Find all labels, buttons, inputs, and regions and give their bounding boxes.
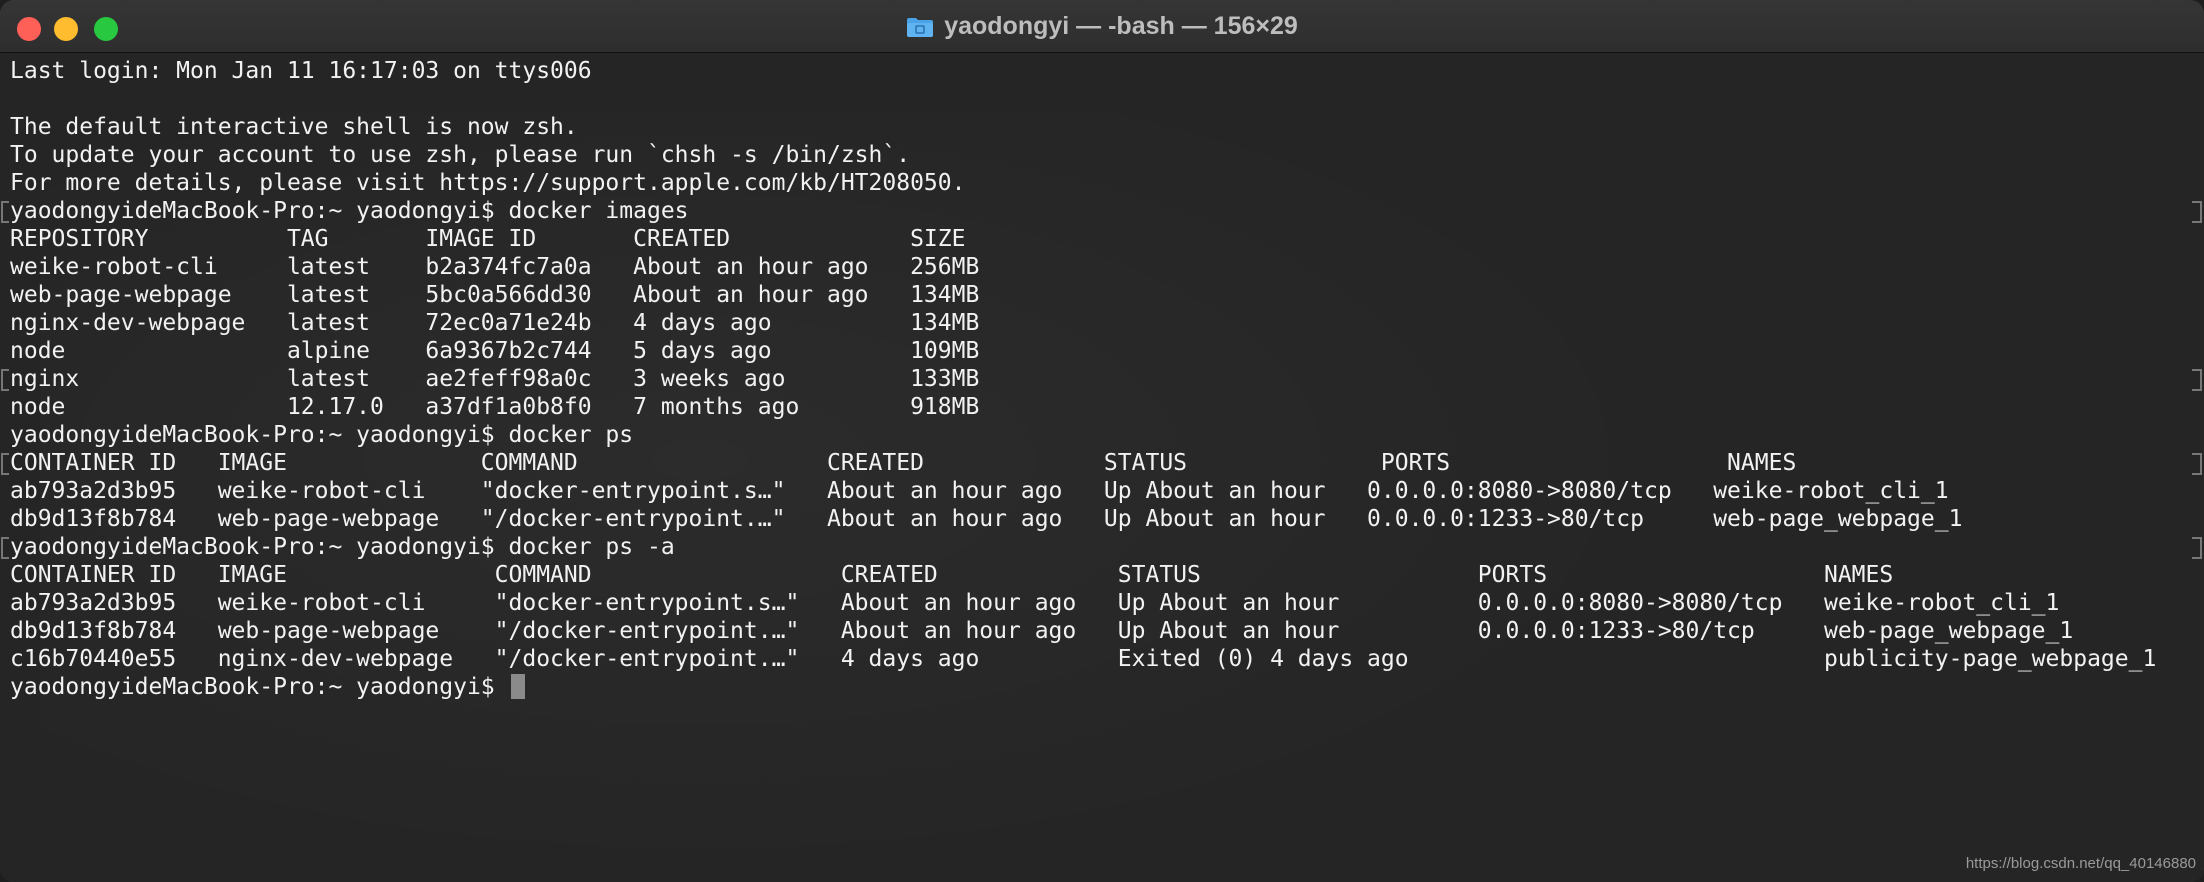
table-row: nginx-dev-webpage latest 72ec0a71e24b 4 …: [10, 310, 980, 336]
text-cursor: [510, 674, 525, 699]
command-line: yaodongyideMacBook-Pro:~ yaodongyi$ dock…: [10, 534, 675, 560]
output-line: To update your account to use zsh, pleas…: [10, 142, 911, 168]
window-title: yaodongyi — -bash — 156×29: [944, 11, 1298, 40]
table-header: CONTAINER ID IMAGE COMMAND CREATED STATU…: [10, 450, 1797, 476]
line-marker-left: [1, 537, 9, 559]
line-marker-left: [1, 369, 9, 391]
prompt-line[interactable]: yaodongyideMacBook-Pro:~ yaodongyi$: [10, 673, 2156, 701]
window-title-group: yaodongyi — -bash — 156×29: [0, 0, 2204, 52]
prompt-text: yaodongyideMacBook-Pro:~ yaodongyi$: [10, 674, 509, 700]
command-line: yaodongyideMacBook-Pro:~ yaodongyi$ dock…: [10, 198, 689, 224]
table-row: weike-robot-cli latest b2a374fc7a0a Abou…: [10, 254, 980, 280]
line-marker-right: [2192, 537, 2202, 559]
table-row: ab793a2d3b95 weike-robot-cli "docker-ent…: [10, 478, 1949, 504]
folder-icon: [906, 16, 934, 38]
terminal-window: yaodongyi — -bash — 156×29 Last login: M…: [0, 0, 2204, 882]
line-marker-right: [2192, 453, 2202, 475]
table-header: REPOSITORY TAG IMAGE ID CREATED SIZE: [10, 226, 966, 252]
terminal-content[interactable]: Last login: Mon Jan 11 16:17:03 on ttys0…: [0, 53, 2204, 882]
table-row: web-page-webpage latest 5bc0a566dd30 Abo…: [10, 282, 980, 308]
line-marker-left: [1, 453, 9, 475]
table-row: c16b70440e55 nginx-dev-webpage "/docker-…: [10, 646, 2157, 672]
output-line: The default interactive shell is now zsh…: [10, 114, 578, 140]
title-bar[interactable]: yaodongyi — -bash — 156×29: [0, 0, 2204, 53]
table-row: db9d13f8b784 web-page-webpage "/docker-e…: [10, 506, 1963, 532]
line-marker-left: [1, 201, 9, 223]
table-row: db9d13f8b784 web-page-webpage "/docker-e…: [10, 618, 2074, 644]
output-line: Last login: Mon Jan 11 16:17:03 on ttys0…: [10, 58, 592, 84]
table-row: node 12.17.0 a37df1a0b8f0 7 months ago 9…: [10, 394, 980, 420]
table-row: node alpine 6a9367b2c744 5 days ago 109M…: [10, 338, 980, 364]
terminal-output: Last login: Mon Jan 11 16:17:03 on ttys0…: [10, 57, 2156, 701]
table-header: CONTAINER ID IMAGE COMMAND CREATED STATU…: [10, 562, 1894, 588]
line-marker-right: [2192, 201, 2202, 223]
output-line: For more details, please visit https://s…: [10, 170, 966, 196]
table-row: nginx latest ae2feff98a0c 3 weeks ago 13…: [10, 366, 980, 392]
table-row: ab793a2d3b95 weike-robot-cli "docker-ent…: [10, 590, 2060, 616]
watermark-text: https://blog.csdn.net/qq_40146880: [1965, 855, 2196, 872]
command-line: yaodongyideMacBook-Pro:~ yaodongyi$ dock…: [10, 422, 634, 448]
line-marker-right: [2192, 369, 2202, 391]
